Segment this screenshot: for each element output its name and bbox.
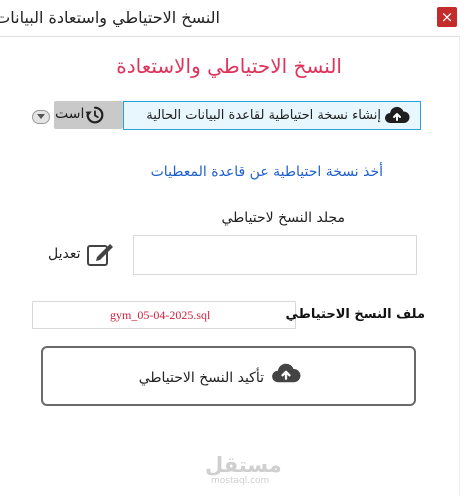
window-title: النسخ الاحتياطي واستعادة البيانات xyxy=(0,8,220,27)
backup-database-link[interactable]: أخذ نسخة احتياطية عن قاعدة المعطيات xyxy=(151,164,383,180)
folder-label: مجلد النسخ لاحتياطي xyxy=(221,210,346,226)
edit-folder-button[interactable]: تعديل xyxy=(48,246,81,262)
backup-folder-field[interactable] xyxy=(133,235,417,275)
close-button[interactable]: × xyxy=(437,7,457,27)
watermark-url: mostaql.com xyxy=(211,476,270,486)
window-edge xyxy=(459,36,467,496)
confirm-backup-label: تأكيد النسخ الاحتياطي xyxy=(138,370,264,386)
watermark-logo: مستقل xyxy=(205,453,282,477)
page-title: النسخ الاحتياطي والاستعادة xyxy=(116,54,342,78)
chevron-down-icon xyxy=(37,114,45,119)
tabs-overflow-dropdown[interactable] xyxy=(32,110,50,124)
edit-icon[interactable] xyxy=(86,241,116,268)
cloud-upload-icon xyxy=(385,106,410,123)
tab-restore-label: است xyxy=(55,106,85,122)
restore-icon xyxy=(85,106,104,124)
backup-file-label: ملف النسخ الاحتياطي xyxy=(285,307,425,322)
title-bar: النسخ الاحتياطي واستعادة البيانات × xyxy=(0,0,467,37)
cloud-upload-icon xyxy=(272,363,301,383)
tab-create-backup-label: إنشاء نسخة احتياطية لقاعدة البيانات الحا… xyxy=(146,108,381,123)
backup-file-value: gym_05-04-2025.sql xyxy=(110,308,211,322)
